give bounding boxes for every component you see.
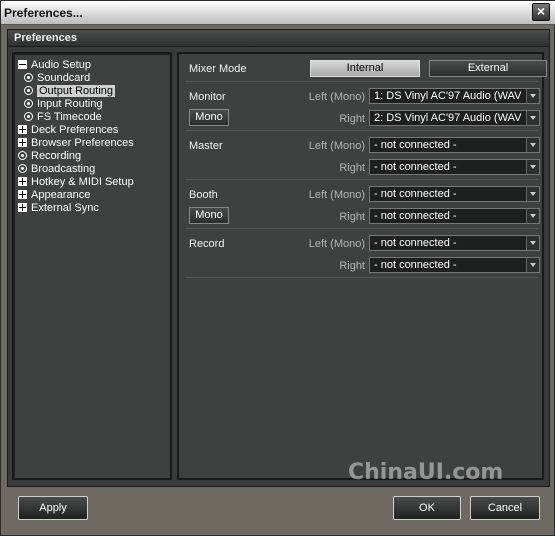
output-routing-panel: Mixer Mode Internal External Monitor Mon… <box>177 52 547 480</box>
tree-item-browser-preferences[interactable]: Browser Preferences <box>18 137 134 150</box>
chevron-down-icon[interactable] <box>526 187 539 201</box>
plus-icon[interactable] <box>18 203 27 212</box>
radio-icon <box>24 99 33 108</box>
booth-right-select[interactable]: - not connected - <box>369 208 540 224</box>
master-label: Master <box>189 140 223 152</box>
chevron-down-icon[interactable] <box>526 160 539 174</box>
plus-icon[interactable] <box>18 177 27 186</box>
radio-icon <box>24 86 33 95</box>
apply-button[interactable]: Apply <box>18 496 88 520</box>
master-right-select[interactable]: - not connected - <box>369 159 540 175</box>
tree-item-hotkey-midi-setup[interactable]: Hotkey & MIDI Setup <box>18 176 134 189</box>
monitor-right-select[interactable]: 2: DS Vinyl AC'97 Audio (WAV <box>369 110 540 126</box>
chevron-down-icon[interactable] <box>526 89 539 103</box>
master-row: Master Left (Mono) Right - not connected… <box>185 131 540 180</box>
tree-item-external-sync[interactable]: External Sync <box>18 202 99 215</box>
tree-item-recording[interactable]: Recording <box>18 150 81 163</box>
category-tree: Audio Setup Soundcard Output Routing Inp… <box>12 52 172 480</box>
chevron-down-icon[interactable] <box>526 209 539 223</box>
tree-item-output-routing[interactable]: Output Routing <box>24 85 115 98</box>
close-button[interactable]: × <box>532 3 550 21</box>
booth-left-select[interactable]: - not connected - <box>369 186 540 202</box>
monitor-left-select[interactable]: 1: DS Vinyl AC'97 Audio (WAV <box>369 88 540 104</box>
tree-item-broadcasting[interactable]: Broadcasting <box>18 163 95 176</box>
record-left-label: Left (Mono) <box>308 238 365 250</box>
monitor-left-label: Left (Mono) <box>308 91 365 103</box>
radio-icon <box>18 164 27 173</box>
booth-label: Booth <box>189 189 218 201</box>
plus-icon[interactable] <box>18 138 27 147</box>
record-label: Record <box>189 238 225 250</box>
section-title: Preferences <box>14 32 77 44</box>
tree-item-fs-timecode[interactable]: FS Timecode <box>24 111 102 124</box>
title-bar[interactable]: Preferences... × <box>1 1 555 25</box>
radio-icon <box>24 73 33 82</box>
window-title: Preferences... <box>4 6 83 20</box>
master-left-label: Left (Mono) <box>308 140 365 152</box>
chevron-down-icon[interactable] <box>526 236 539 250</box>
chevron-down-icon[interactable] <box>526 138 539 152</box>
record-right-select[interactable]: - not connected - <box>369 257 540 273</box>
monitor-row: Monitor Mono Left (Mono) Right 1: DS Vin… <box>185 82 540 131</box>
tree-item-audio-setup[interactable]: Audio Setup <box>18 59 91 72</box>
cancel-button[interactable]: Cancel <box>470 496 540 520</box>
header-bar: Preferences <box>8 30 549 47</box>
plus-icon[interactable] <box>18 190 27 199</box>
booth-left-label: Left (Mono) <box>308 189 365 201</box>
internal-button[interactable]: Internal <box>310 60 420 77</box>
master-left-select[interactable]: - not connected - <box>369 137 540 153</box>
preferences-window: Preferences... × Preferences Audio Setup… <box>0 0 555 536</box>
mixer-mode-label: Mixer Mode <box>189 63 247 75</box>
ok-button[interactable]: OK <box>393 496 461 520</box>
monitor-label: Monitor <box>189 91 226 103</box>
booth-right-label: Right <box>339 211 365 223</box>
tree-item-input-routing[interactable]: Input Routing <box>24 98 102 111</box>
watermark: ChinaUI.com <box>348 460 504 485</box>
record-left-select[interactable]: - not connected - <box>369 235 540 251</box>
monitor-right-label: Right <box>339 113 365 125</box>
record-right-label: Right <box>339 260 365 272</box>
tree-item-soundcard[interactable]: Soundcard <box>24 72 90 85</box>
radio-icon <box>24 112 33 121</box>
external-button[interactable]: External <box>429 60 547 77</box>
record-row: Record Left (Mono) Right - not connected… <box>185 229 540 278</box>
master-right-label: Right <box>339 162 365 174</box>
booth-row: Booth Mono Left (Mono) Right - not conne… <box>185 180 540 229</box>
monitor-mono-button[interactable]: Mono <box>189 109 229 126</box>
radio-icon <box>18 151 27 160</box>
tree-item-appearance[interactable]: Appearance <box>18 189 90 202</box>
button-bar: Apply OK Cancel <box>1 489 554 535</box>
plus-icon[interactable] <box>18 125 27 134</box>
close-icon: × <box>536 3 546 19</box>
preferences-panel: Preferences Audio Setup Soundcard Output… <box>7 29 550 487</box>
tree-item-deck-preferences[interactable]: Deck Preferences <box>18 124 118 137</box>
booth-mono-button[interactable]: Mono <box>189 207 229 224</box>
chevron-down-icon[interactable] <box>526 111 539 125</box>
mixer-mode-row: Mixer Mode Internal External <box>185 54 547 82</box>
minus-icon[interactable] <box>18 60 27 69</box>
chevron-down-icon[interactable] <box>526 258 539 272</box>
